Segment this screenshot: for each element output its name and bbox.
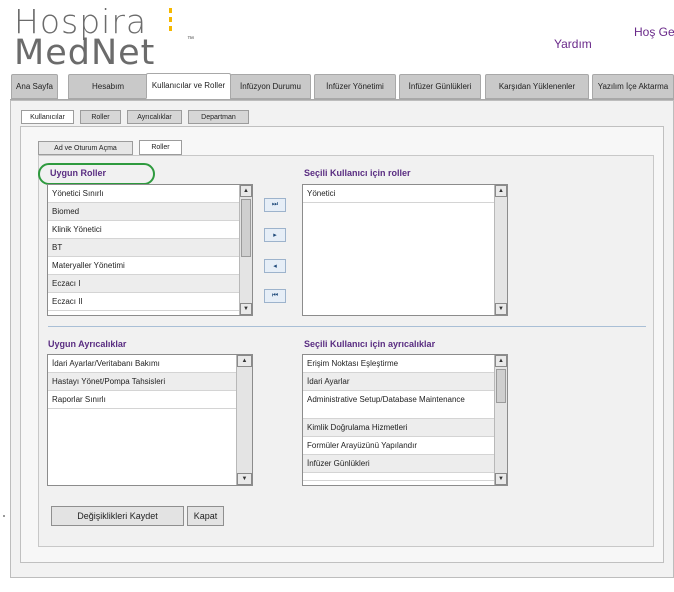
list-item[interactable]: Eczacı I bbox=[48, 275, 252, 293]
list-item[interactable]: Yönetici bbox=[303, 185, 507, 203]
scroll-down-icon[interactable]: ▼ bbox=[240, 303, 252, 315]
margin-dot bbox=[3, 515, 5, 517]
move-left-button[interactable]: ◂ bbox=[264, 259, 286, 273]
list-item[interactable]: BT bbox=[48, 239, 252, 257]
tab-users-roles[interactable]: Kullanıcılar ve Roller bbox=[146, 73, 231, 99]
scroll-down-icon[interactable]: ▼ bbox=[237, 473, 252, 485]
section-divider bbox=[48, 326, 646, 327]
subtab-privileges[interactable]: Ayrıcalıklar bbox=[127, 110, 182, 124]
available-roles-list[interactable]: Yönetici Sınırlı Biomed Klinik Yönetici … bbox=[47, 184, 253, 316]
available-privileges-title: Uygun Ayrıcalıklar bbox=[48, 339, 127, 349]
greeting-text: Hoş Gel bbox=[634, 25, 674, 39]
subtab-roles[interactable]: Roller bbox=[80, 110, 121, 124]
available-roles-title: Uygun Roller bbox=[50, 168, 107, 178]
tab-my-account[interactable]: Hesabım bbox=[68, 74, 148, 99]
trademark-mark: ™ bbox=[187, 36, 194, 43]
tab-infusion-status[interactable]: İnfüzyon Durumu bbox=[230, 74, 311, 99]
scroll-up-icon[interactable]: ▲ bbox=[240, 185, 252, 197]
scrollbar[interactable]: ▲ ▼ bbox=[494, 185, 507, 315]
scrollbar[interactable]: ▲ ▼ bbox=[239, 185, 252, 315]
list-item[interactable]: Kimlik Doğrulama Hizmetleri bbox=[303, 419, 507, 437]
selected-privileges-list[interactable]: Erişim Noktası Eşleştirme İdari Ayarlar … bbox=[302, 354, 508, 486]
help-link[interactable]: Yardım bbox=[554, 37, 592, 51]
scroll-thumb[interactable] bbox=[496, 369, 506, 403]
subtab-department[interactable]: Departman bbox=[188, 110, 249, 124]
brand-logo-line2: MedNet bbox=[14, 33, 156, 73]
scrollbar[interactable]: ▲ ▼ bbox=[236, 355, 252, 485]
available-privileges-list[interactable]: İdari Ayarlar/Veritabanı Bakımı Hastayı … bbox=[47, 354, 253, 486]
list-item-partial[interactable] bbox=[303, 473, 507, 481]
selected-privileges-title: Seçili Kullanıcı için ayrıcalıklar bbox=[304, 339, 436, 349]
scroll-up-icon[interactable]: ▲ bbox=[495, 355, 507, 367]
list-item[interactable]: İdari Ayarlar/Veritabanı Bakımı bbox=[48, 355, 252, 373]
scroll-down-icon[interactable]: ▼ bbox=[495, 473, 507, 485]
scroll-thumb[interactable] bbox=[241, 199, 251, 257]
innertab-name-login[interactable]: Ad ve Oturum Açma bbox=[38, 141, 133, 155]
subtab-users[interactable]: Kullanıcılar bbox=[21, 110, 74, 124]
selected-roles-list[interactable]: Yönetici ▲ ▼ bbox=[302, 184, 508, 316]
scroll-up-icon[interactable]: ▲ bbox=[237, 355, 252, 367]
list-item[interactable]: İdari Ayarlar bbox=[303, 373, 507, 391]
close-button[interactable]: Kapat bbox=[187, 506, 224, 526]
logo-accent-bar bbox=[169, 17, 172, 22]
tab-infuser-management[interactable]: İnfüzer Yönetimi bbox=[314, 74, 396, 99]
logo-accent-bar bbox=[169, 8, 172, 13]
list-item[interactable]: Biomed bbox=[48, 203, 252, 221]
scrollbar[interactable]: ▲ ▼ bbox=[494, 355, 507, 485]
list-item[interactable]: İnfüzer Günlükleri bbox=[303, 455, 507, 473]
scroll-down-icon[interactable]: ▼ bbox=[495, 303, 507, 315]
list-item[interactable]: Administrative Setup/Database Maintenanc… bbox=[303, 391, 507, 419]
scroll-up-icon[interactable]: ▲ bbox=[495, 185, 507, 197]
list-item[interactable]: Yönetici Sınırlı bbox=[48, 185, 252, 203]
selected-roles-title: Seçili Kullanıcı için roller bbox=[304, 168, 411, 178]
list-item[interactable]: Raporlar Sınırlı bbox=[48, 391, 252, 409]
logo-accent-bar bbox=[169, 26, 172, 31]
list-item[interactable]: Formüler Arayüzünü Yapılandır bbox=[303, 437, 507, 455]
move-all-left-button[interactable]: ⏮ bbox=[264, 289, 286, 303]
list-item[interactable]: Eczacı II bbox=[48, 293, 252, 311]
move-right-button[interactable]: ▸ bbox=[264, 228, 286, 242]
tab-home[interactable]: Ana Sayfa bbox=[11, 74, 58, 99]
innertab-roles[interactable]: Roller bbox=[139, 140, 182, 155]
tab-infuser-logs[interactable]: İnfüzer Günlükleri bbox=[399, 74, 481, 99]
save-changes-button[interactable]: Değişiklikleri Kaydet bbox=[51, 506, 184, 526]
tab-software-import[interactable]: Yazılım İçe Aktarma bbox=[592, 74, 674, 99]
list-item[interactable]: Hastayı Yönet/Pompa Tahsisleri bbox=[48, 373, 252, 391]
tab-downloads[interactable]: Karşıdan Yüklenenler bbox=[485, 74, 589, 99]
list-item[interactable]: Klinik Yönetici bbox=[48, 221, 252, 239]
list-item[interactable]: Erişim Noktası Eşleştirme bbox=[303, 355, 507, 373]
list-item[interactable]: Materyaller Yönetimi bbox=[48, 257, 252, 275]
move-all-right-button[interactable]: ⏭ bbox=[264, 198, 286, 212]
